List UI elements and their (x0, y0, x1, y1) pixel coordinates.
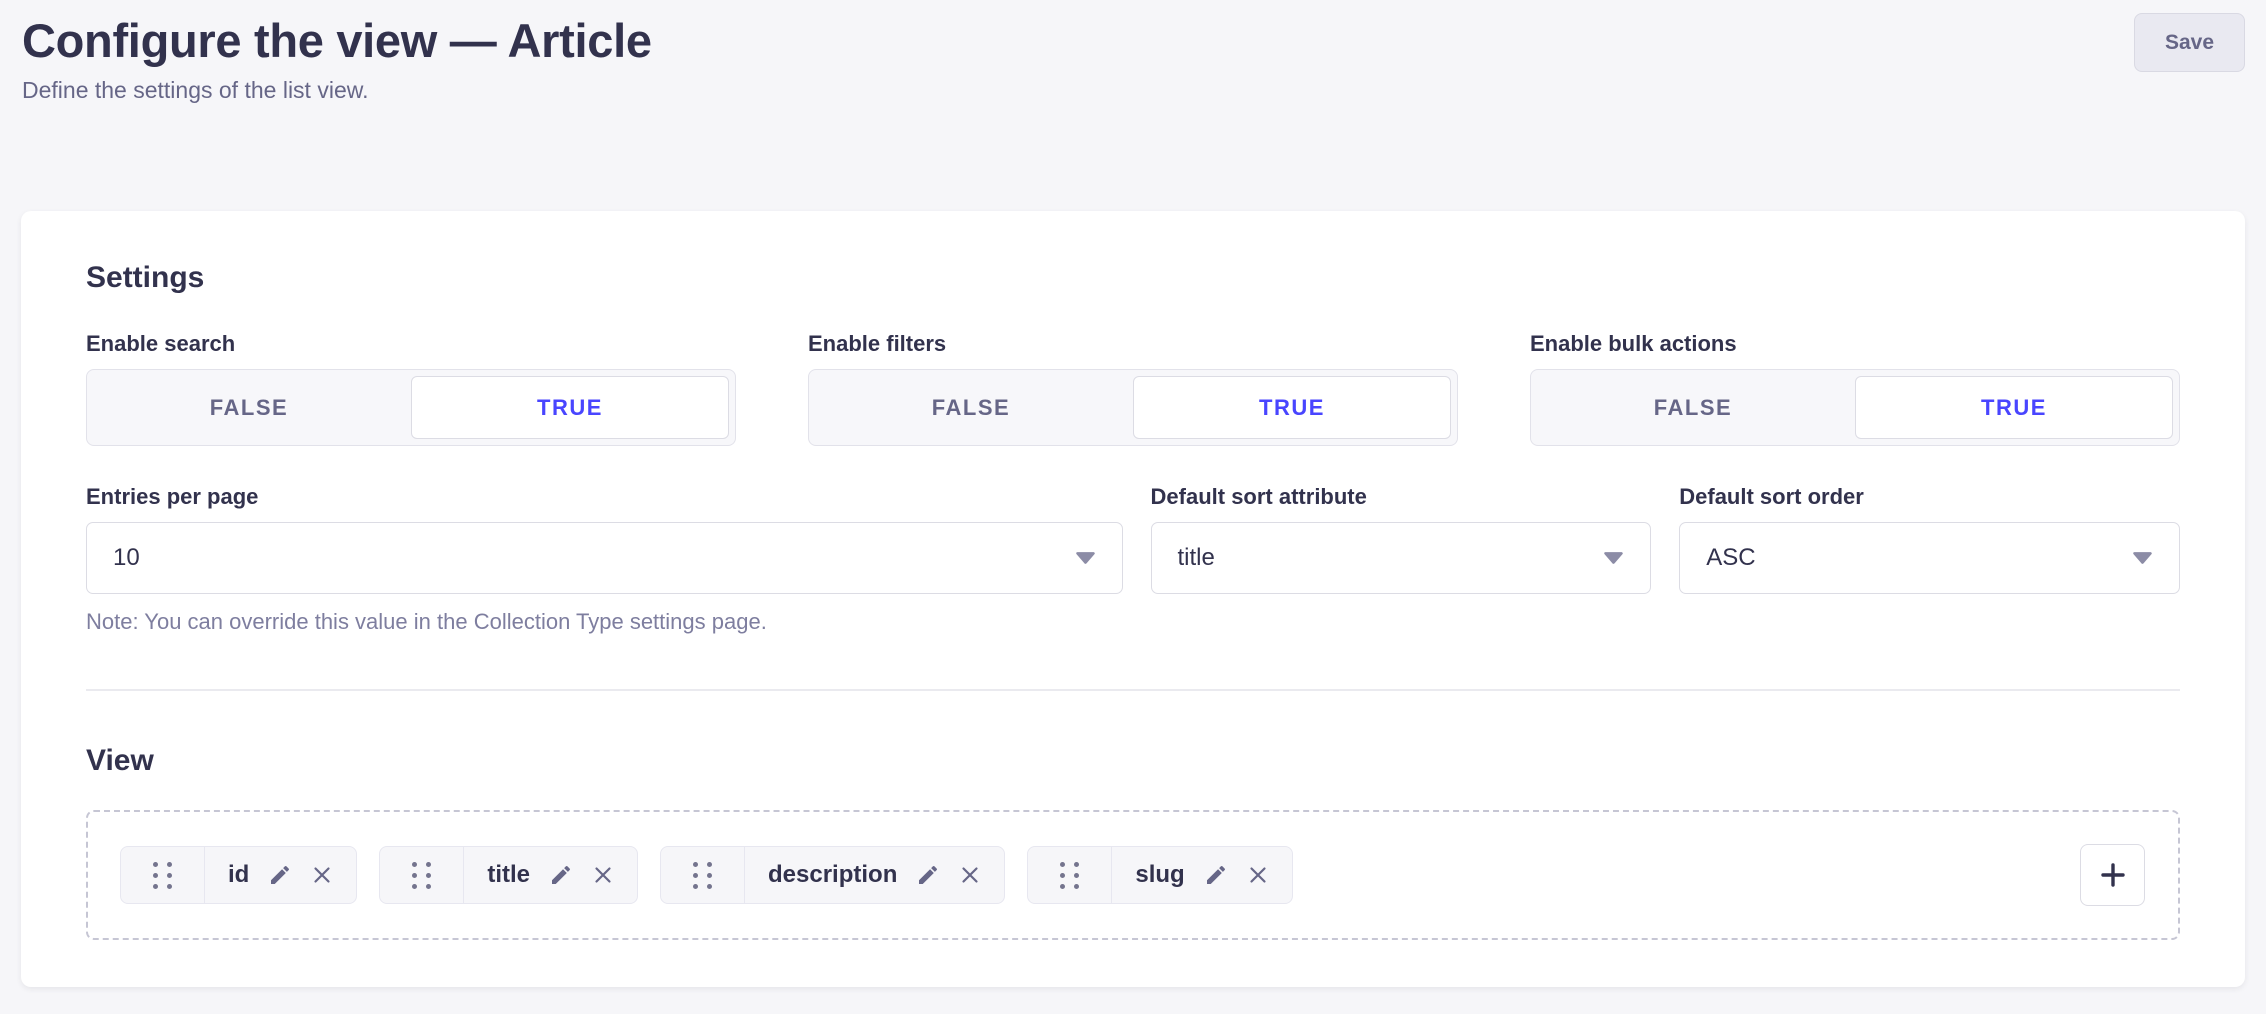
select-value: ASC (1706, 544, 1755, 572)
enable-search-field: Enable search FALSE TRUE (86, 331, 736, 446)
remove-field-button[interactable] (1247, 864, 1269, 886)
drag-handle-icon (412, 862, 431, 889)
drag-handle-icon (693, 862, 712, 889)
chip-body: title (464, 847, 637, 903)
default-sort-attribute-label: Default sort attribute (1151, 484, 1652, 510)
chip-body: slug (1112, 847, 1291, 903)
pencil-icon (1204, 863, 1228, 887)
drag-handle[interactable] (1028, 847, 1112, 903)
field-chip-id[interactable]: id (120, 846, 357, 904)
close-icon (311, 864, 333, 886)
pencil-icon (916, 863, 940, 887)
edit-field-button[interactable] (549, 863, 573, 887)
add-field-button[interactable] (2080, 844, 2145, 906)
default-sort-attribute-select[interactable]: title (1151, 522, 1652, 594)
close-icon (592, 864, 614, 886)
remove-field-button[interactable] (592, 864, 614, 886)
select-value: 10 (113, 544, 140, 572)
chevron-down-icon (2132, 551, 2153, 565)
view-heading: View (86, 744, 2180, 778)
enable-filters-toggle[interactable]: FALSE TRUE (808, 369, 1458, 446)
entries-per-page-note: Note: You can override this value in the… (86, 609, 1123, 635)
chevron-down-icon (1075, 551, 1096, 565)
enable-bulk-actions-label: Enable bulk actions (1530, 331, 2180, 357)
enable-filters-label: Enable filters (808, 331, 1458, 357)
enable-search-label: Enable search (86, 331, 736, 357)
settings-heading: Settings (86, 261, 2180, 295)
pencil-icon (268, 863, 292, 887)
chip-label: description (768, 861, 897, 889)
drag-handle-icon (1060, 862, 1079, 889)
toggles-row: Enable search FALSE TRUE Enable filters … (86, 331, 2180, 446)
save-button[interactable]: Save (2134, 13, 2245, 72)
toggle-false-option[interactable]: FALSE (809, 370, 1133, 445)
plus-icon (2097, 859, 2129, 891)
field-chip-description[interactable]: description (660, 846, 1005, 904)
toggle-false-option[interactable]: FALSE (87, 370, 411, 445)
field-chip-title[interactable]: title (379, 846, 638, 904)
page-title: Configure the view — Article (22, 14, 2244, 68)
default-sort-order-select[interactable]: ASC (1679, 522, 2180, 594)
chip-body: description (745, 847, 1004, 903)
chip-label: slug (1135, 861, 1184, 889)
close-icon (1247, 864, 1269, 886)
remove-field-button[interactable] (959, 864, 981, 886)
pencil-icon (549, 863, 573, 887)
section-divider (86, 689, 2180, 691)
page-subtitle: Define the settings of the list view. (22, 77, 2244, 104)
edit-field-button[interactable] (1204, 863, 1228, 887)
toggle-false-option[interactable]: FALSE (1531, 370, 1855, 445)
edit-field-button[interactable] (916, 863, 940, 887)
entries-per-page-select[interactable]: 10 (86, 522, 1123, 594)
chip-body: id (205, 847, 356, 903)
drag-handle[interactable] (661, 847, 745, 903)
entries-per-page-label: Entries per page (86, 484, 1123, 510)
selects-row: Entries per page 10 Note: You can overri… (86, 484, 2180, 635)
select-value: title (1178, 544, 1215, 572)
entries-per-page-field: Entries per page 10 Note: You can overri… (86, 484, 1123, 635)
enable-search-toggle[interactable]: FALSE TRUE (86, 369, 736, 446)
default-sort-attribute-field: Default sort attribute title (1151, 484, 1652, 594)
default-sort-order-label: Default sort order (1679, 484, 2180, 510)
toggle-true-option[interactable]: TRUE (1855, 376, 2173, 439)
chip-label: title (487, 861, 530, 889)
drag-handle[interactable] (380, 847, 464, 903)
settings-card: Settings Enable search FALSE TRUE Enable… (21, 211, 2245, 987)
chip-label: id (228, 861, 249, 889)
close-icon (959, 864, 981, 886)
enable-bulk-actions-field: Enable bulk actions FALSE TRUE (1530, 331, 2180, 446)
page-header: Configure the view — Article Define the … (0, 0, 2266, 211)
default-sort-order-field: Default sort order ASC (1679, 484, 2180, 594)
toggle-true-option[interactable]: TRUE (1133, 376, 1451, 439)
field-chip-slug[interactable]: slug (1027, 846, 1292, 904)
remove-field-button[interactable] (311, 864, 333, 886)
enable-filters-field: Enable filters FALSE TRUE (808, 331, 1458, 446)
drag-handle[interactable] (121, 847, 205, 903)
edit-field-button[interactable] (268, 863, 292, 887)
field-drop-zone: id title (86, 810, 2180, 940)
chevron-down-icon (1603, 551, 1624, 565)
toggle-true-option[interactable]: TRUE (411, 376, 729, 439)
enable-bulk-actions-toggle[interactable]: FALSE TRUE (1530, 369, 2180, 446)
drag-handle-icon (153, 862, 172, 889)
